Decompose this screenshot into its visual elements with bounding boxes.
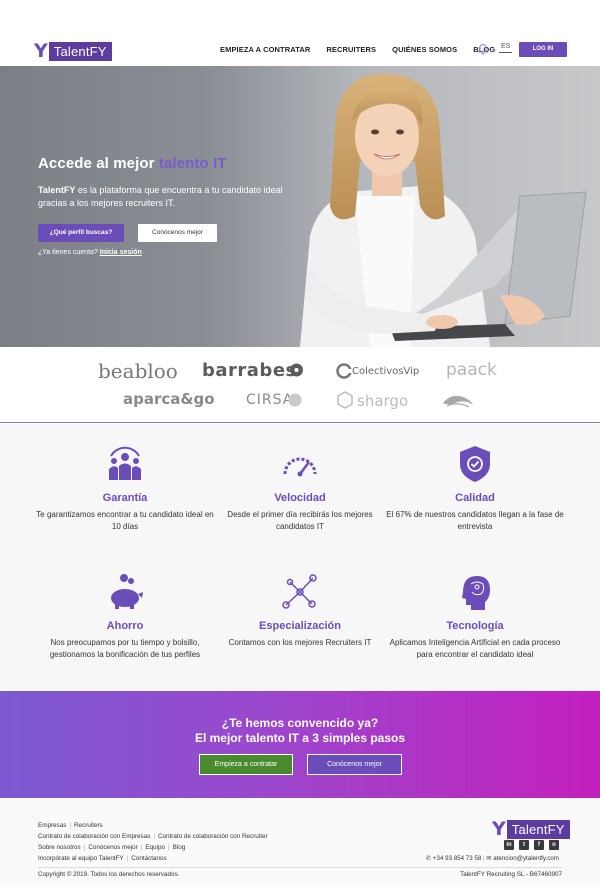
feature-garantia: Garantía Te garantizamos encontrar a tu … xyxy=(35,444,215,533)
footer-links-row-2: Contrato de colaboración con Empresas | Co… xyxy=(38,833,268,840)
client-logo-paack: paack xyxy=(446,360,497,380)
profile-search-button[interactable]: ¿Qué perfil buscas? xyxy=(38,224,124,242)
footer-link-blog[interactable]: Blog xyxy=(173,844,186,851)
feature-calidad: Calidad El 67% de nuestros candidatos ll… xyxy=(385,444,565,533)
twitter-icon[interactable]: t xyxy=(519,840,529,850)
feature-tecnologia: Tecnología Aplicamos Inteligencia Artifi… xyxy=(385,572,565,661)
client-logo-aparcago: aparca&go xyxy=(123,390,215,408)
bell-icon[interactable] xyxy=(477,43,489,55)
client-logo-colectivosvip: ColectivosVip xyxy=(352,366,420,377)
logo-y-mark-icon: Y xyxy=(34,40,48,62)
team-icon xyxy=(109,446,141,480)
footer-link-empresas[interactable]: Empresas xyxy=(38,822,66,829)
feature-text: El 67% de nuestros candidatos llegan a l… xyxy=(386,510,564,531)
phone-icon: ✆ xyxy=(426,855,432,862)
hero-title: Accede al mejor talento IT xyxy=(38,155,227,172)
contact-info: ✆ +34 93 854 73 58 | ✉ atencion@ytalentf… xyxy=(426,855,559,862)
hero-section: Accede al mejor talento IT TalentFY es l… xyxy=(0,66,600,347)
cta-banner: ¿Te hemos convencido ya? El mejor talent… xyxy=(0,691,600,798)
ai-head-icon xyxy=(462,576,490,610)
shargo-hexagon-icon xyxy=(337,391,353,409)
linkedin-icon[interactable]: in xyxy=(504,840,514,850)
client-logos: beabloo barrabes ColectivosVip paack apa… xyxy=(0,347,600,423)
nav-quienes-somos[interactable]: QUIÉNES SOMOS xyxy=(392,45,457,54)
shield-check-icon xyxy=(460,446,490,482)
login-link[interactable]: Inicia sesión xyxy=(100,249,142,256)
footer: Empresas | Recruiters Contrato de colabora… xyxy=(0,798,600,887)
footer-link-contrato-empresas[interactable]: Contrato de colaboración con Empresas xyxy=(38,833,150,840)
main-nav: EMPIEZA A CONTRATAR RECRUITERS QUIÉNES S… xyxy=(220,45,511,54)
hero-description-brand: TalentFY xyxy=(38,185,76,195)
footer-links-row-1: Empresas | Recruiters xyxy=(38,822,103,829)
network-icon xyxy=(282,574,317,609)
client-logo-beabloo: beabloo xyxy=(98,359,178,383)
feature-title: Especialización xyxy=(259,620,341,632)
login-button[interactable]: LOG IN xyxy=(519,42,567,57)
cta-question: ¿Te hemos convencido ya? xyxy=(221,716,379,730)
email-icon: ✉ xyxy=(486,855,492,862)
piggy-bank-icon xyxy=(111,574,143,609)
colectivosvip-c-icon xyxy=(336,363,352,379)
footer-link-incorporate[interactable]: Incorpórate al equipo TalentFY xyxy=(38,855,124,862)
cirsa-emblem-icon xyxy=(288,393,302,407)
footer-link-sobre-nosotros[interactable]: Sobre nosotros xyxy=(38,844,81,851)
client-logo-wave xyxy=(443,395,473,408)
footer-link-contrato-recruiter[interactable]: Contrato de colaboración con Recruiter xyxy=(158,833,268,840)
account-question: ¿Ya tienes cuenta? xyxy=(38,249,100,256)
footer-link-recruiters[interactable]: Recruiters xyxy=(74,822,103,829)
speedometer-icon xyxy=(283,457,317,477)
footer-link-contactanos[interactable]: Contáctanos xyxy=(131,855,166,862)
start-hiring-button[interactable]: Empieza a contratar xyxy=(199,754,293,775)
know-us-button[interactable]: Conócenos mejor xyxy=(138,224,217,242)
footer-links-row-3: Sobre nosotros | Conócenos mejor | Equipo | Bl… xyxy=(38,844,186,851)
barrabes-flower-icon xyxy=(290,363,303,377)
footer-logo[interactable]: Y TalentFY xyxy=(492,818,570,840)
social-links: in t f o xyxy=(504,840,564,850)
client-logo-barrabes: barrabes xyxy=(202,360,297,381)
phone-number[interactable]: +34 93 854 73 58 xyxy=(433,855,481,862)
feature-velocidad: Velocidad Desde el primer día recibirás … xyxy=(210,444,390,533)
hero-woman-with-laptop-image xyxy=(300,73,587,347)
feature-text: Te garantizamos encontrar a tu candidato… xyxy=(36,510,214,531)
nav-recruiters[interactable]: RECRUITERS xyxy=(326,45,376,54)
company-info: TalentFY Recruiting SL - B67460907 xyxy=(460,871,562,878)
know-us-cta-button[interactable]: Conócenos mejor xyxy=(307,754,402,775)
client-logo-shargo: shargo xyxy=(357,392,409,410)
feature-title: Garantía xyxy=(102,492,148,504)
feature-title: Velocidad xyxy=(274,492,326,504)
talentfy-logo[interactable]: Y TalentFY xyxy=(34,40,112,62)
cta-subtitle: El mejor talento IT a 3 simples pasos xyxy=(194,731,406,745)
footer-logo-text: TalentFY xyxy=(506,819,570,839)
instagram-icon[interactable]: o xyxy=(549,840,559,850)
email-address[interactable]: atencion@ytalentfy.com xyxy=(493,855,559,862)
top-navigation: Y TalentFY EMPIEZA A CONTRATAR RECRUITER… xyxy=(0,0,600,66)
footer-link-conocenos[interactable]: Conócenos mejor xyxy=(88,844,137,851)
facebook-icon[interactable]: f xyxy=(534,840,544,850)
nav-empieza-a-contratar[interactable]: EMPIEZA A CONTRATAR xyxy=(220,45,310,54)
footer-divider xyxy=(38,867,562,868)
copyright: Copyright © 2019. Todos los derechos res… xyxy=(38,871,180,878)
hero-title-start: Accede al mejor xyxy=(38,155,159,172)
logo-text: TalentFY xyxy=(48,41,112,61)
hero-description-text: es la plataforma que encuentra a tu cand… xyxy=(38,185,283,208)
account-prompt: ¿Ya tienes cuenta? Inicia sesión xyxy=(38,249,142,256)
feature-text: Desde el primer día recibirás los mejore… xyxy=(227,510,373,531)
feature-text: Aplicamos Inteligencia Artificial en cad… xyxy=(389,638,561,659)
features-section: Garantía Te garantizamos encontrar a tu … xyxy=(0,424,600,691)
feature-text: Nos preocupamos por tu tiempo y bolsillo… xyxy=(49,638,201,659)
feature-title: Tecnología xyxy=(446,620,504,632)
footer-link-equipo[interactable]: Equipo xyxy=(145,844,165,851)
feature-text: Contamos con los mejores Recruiters IT xyxy=(228,638,372,647)
feature-ahorro: Ahorro Nos preocupamos por tu tiempo y b… xyxy=(35,572,215,661)
language-selector[interactable]: ES xyxy=(499,43,513,53)
footer-links-row-4: Incorpórate al equipo TalentFY | Contáctan… xyxy=(38,855,167,862)
hero-title-accent: talento IT xyxy=(158,155,227,172)
logo-y-mark-icon: Y xyxy=(492,818,506,840)
feature-especializacion: Especialización Contamos con los mejores… xyxy=(210,572,390,649)
hero-description: TalentFY es la plataforma que encuentra … xyxy=(38,184,308,210)
feature-title: Calidad xyxy=(455,492,495,504)
feature-title: Ahorro xyxy=(106,620,144,632)
